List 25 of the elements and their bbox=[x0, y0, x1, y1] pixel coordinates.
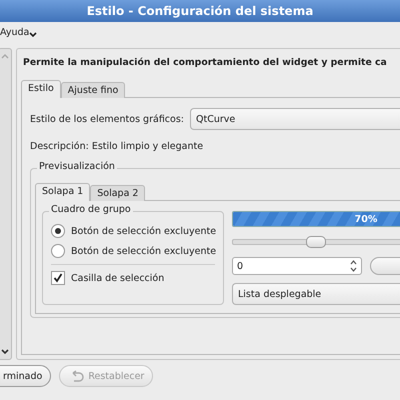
spin-arrows-icon[interactable] bbox=[350, 260, 357, 272]
chevron-down-icon bbox=[29, 32, 38, 38]
description-text: Descripción: Estilo limpio y elegante bbox=[30, 141, 204, 152]
dropdown[interactable]: Lista desplegable bbox=[232, 283, 400, 305]
tab[interactable]: Estilo bbox=[21, 80, 61, 98]
style-dropdown[interactable]: QtCurve bbox=[190, 108, 400, 130]
field-label: Estilo de los elementos gráficos: bbox=[30, 114, 184, 124]
done-button[interactable]: rminado bbox=[0, 365, 52, 387]
tab[interactable]: Solapa 2 bbox=[90, 185, 146, 201]
radio-option[interactable]: Botón de selección excluyente bbox=[51, 224, 216, 238]
checkmark-icon bbox=[53, 273, 63, 283]
scroll-down-icon[interactable] bbox=[1, 349, 9, 355]
header-text: Permite la manipulación del comportamiento del widget y permite ca bbox=[23, 57, 387, 68]
spin-box[interactable]: 0 bbox=[232, 257, 362, 275]
checkbox-option[interactable]: Casilla de selección bbox=[51, 271, 164, 285]
window-title: Estilo - Configuración del sistema bbox=[0, 0, 400, 22]
scrollbar[interactable] bbox=[0, 48, 12, 360]
scroll-up-icon[interactable] bbox=[1, 53, 9, 59]
group-title: Cuadro de grupo bbox=[49, 204, 133, 215]
tab[interactable]: Ajuste fino bbox=[60, 82, 126, 98]
progress-reading: 70% bbox=[354, 213, 378, 226]
radio-option[interactable]: Botón de selección excluyente bbox=[51, 244, 216, 258]
group-title: Previsualización bbox=[37, 161, 117, 172]
help-menu[interactable]: Ayuda bbox=[0, 27, 38, 38]
tab[interactable]: Solapa 1 bbox=[35, 183, 90, 201]
